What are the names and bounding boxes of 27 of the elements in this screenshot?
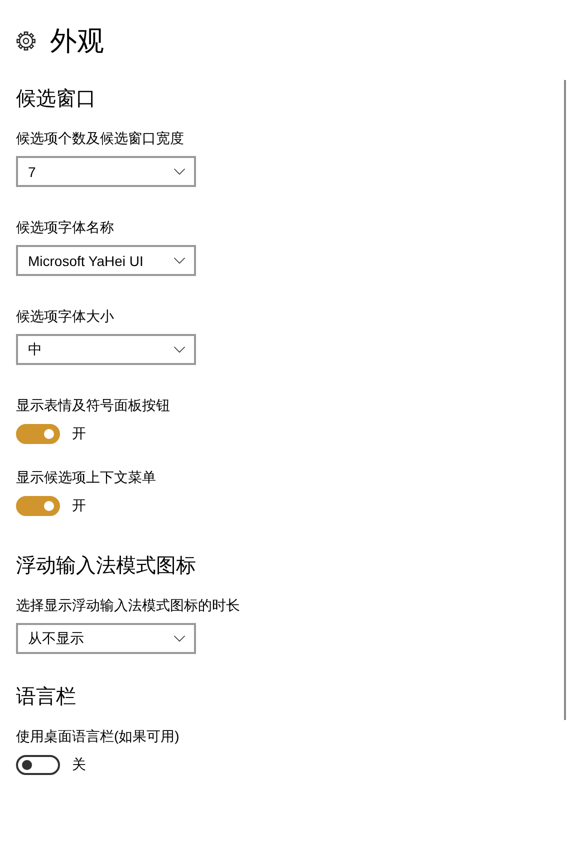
field-label: 使用桌面语言栏(如果可用) xyxy=(16,727,180,746)
dropdown[interactable]: 从不显示 xyxy=(16,623,196,654)
toggle-state: 关 xyxy=(72,756,86,774)
toggle-switch[interactable] xyxy=(16,496,60,516)
field-label: 显示表情及符号面板按钮 xyxy=(16,396,171,415)
dropdown[interactable]: Microsoft YaHei UI xyxy=(16,245,196,276)
section-heading: 候选窗口 xyxy=(16,87,97,112)
dropdown[interactable]: 7 xyxy=(16,156,196,187)
field-label: 候选项字体名称 xyxy=(16,218,115,237)
field-label: 候选项个数及候选窗口宽度 xyxy=(16,129,185,148)
toggle-state: 开 xyxy=(72,497,86,515)
settings-icon xyxy=(16,31,36,51)
dropdown[interactable]: 中 xyxy=(16,334,196,365)
toggle-state: 开 xyxy=(72,425,86,443)
field-label: 显示候选项上下文菜单 xyxy=(16,468,157,487)
chevron-down-icon xyxy=(173,346,186,353)
chevron-down-icon xyxy=(173,168,186,175)
scrollbar[interactable] xyxy=(564,80,566,720)
field-label: 选择显示浮动输入法模式图标的时长 xyxy=(16,596,241,615)
section-heading: 浮动输入法模式图标 xyxy=(16,554,197,579)
toggle-switch[interactable] xyxy=(16,424,60,444)
toggle-switch[interactable] xyxy=(16,755,60,775)
page-title: 外观 xyxy=(50,25,104,58)
chevron-down-icon xyxy=(173,635,186,642)
section-heading: 语言栏 xyxy=(16,685,77,710)
chevron-down-icon xyxy=(173,257,186,264)
field-label: 候选项字体大小 xyxy=(16,307,115,326)
